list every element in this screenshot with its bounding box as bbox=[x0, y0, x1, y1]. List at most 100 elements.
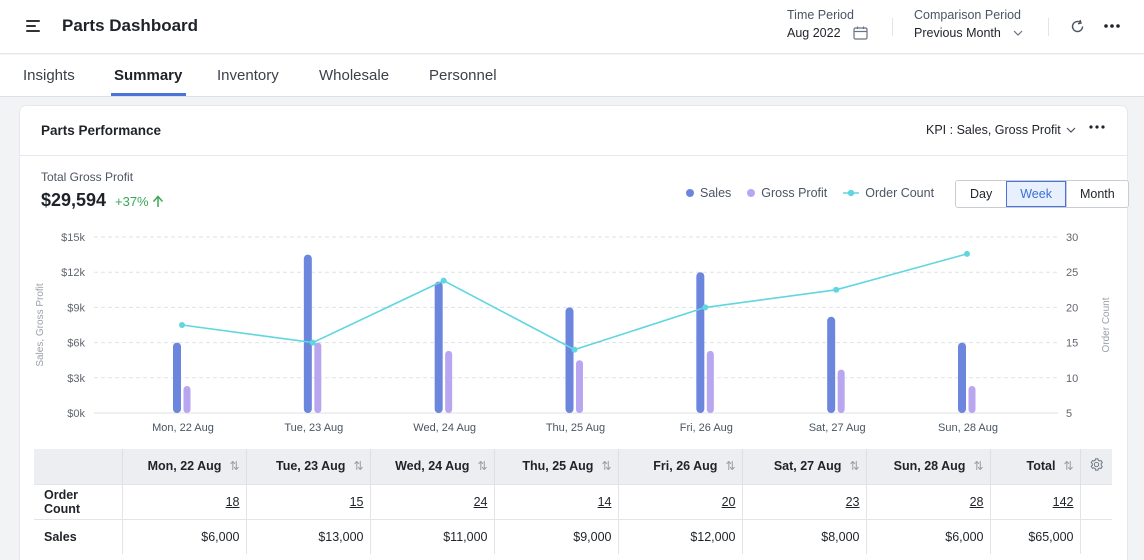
x-tick-label: Fri, 26 Aug bbox=[680, 422, 733, 434]
y-tick-label: $3k bbox=[67, 373, 85, 385]
gross-profit-bar bbox=[314, 342, 322, 413]
gross-profit-bar bbox=[183, 386, 191, 413]
order-count-point bbox=[440, 277, 447, 284]
cell-value: $6,000 bbox=[945, 529, 984, 544]
sales-bar bbox=[434, 281, 443, 413]
column-header[interactable]: Tue, 23 Aug ⇅ bbox=[246, 449, 371, 484]
y2-tick-label: 10 bbox=[1066, 373, 1078, 385]
sort-icon[interactable]: ⇅ bbox=[849, 459, 859, 473]
table-cell[interactable]: 23 bbox=[742, 483, 867, 519]
sort-icon[interactable]: ⇅ bbox=[601, 459, 611, 473]
cell-value: $9,000 bbox=[573, 529, 612, 544]
sort-icon[interactable]: ⇅ bbox=[1063, 459, 1073, 473]
cell-value[interactable]: 14 bbox=[598, 495, 612, 509]
gross-profit-bar bbox=[837, 369, 845, 413]
table-cell-empty bbox=[1080, 483, 1112, 519]
column-header-label: Total bbox=[1026, 459, 1056, 474]
column-header[interactable]: Mon, 22 Aug ⇅ bbox=[122, 449, 247, 484]
x-tick-label: Sat, 27 Aug bbox=[809, 422, 866, 434]
column-header-total[interactable]: Total ⇅ bbox=[989, 449, 1081, 484]
table-cell[interactable]: 28 bbox=[866, 483, 991, 519]
sales-bar bbox=[958, 342, 966, 413]
column-header-label: Tue, 23 Aug bbox=[275, 459, 346, 474]
column-header-label: Sun, 28 Aug bbox=[893, 459, 966, 474]
cell-value[interactable]: 28 bbox=[970, 495, 984, 509]
sales-bar bbox=[303, 254, 312, 413]
table-row: Sales $6,000 $13,000 $11,000 $9,000 $12,000 $8… bbox=[34, 518, 1112, 554]
table-cell[interactable]: 20 bbox=[618, 483, 743, 519]
table-cell[interactable]: 24 bbox=[370, 483, 495, 519]
gross-profit-bar bbox=[706, 350, 714, 413]
cell-value[interactable]: 142 bbox=[1053, 495, 1074, 509]
table-header-row: Mon, 22 Aug ⇅ Tue, 23 Aug ⇅ Wed, 24 Aug ⇅ T… bbox=[34, 449, 1112, 484]
column-header-label: Wed, 24 Aug bbox=[395, 459, 470, 474]
gross-profit-bar bbox=[576, 360, 583, 413]
sales-bar bbox=[173, 342, 181, 413]
table-cell[interactable]: 15 bbox=[246, 483, 371, 519]
table-cell-total: $65,000 bbox=[989, 518, 1081, 554]
table-row: Order Count 18 15 24 14 20 23 28 142 bbox=[34, 483, 1112, 519]
table-cell-empty bbox=[1080, 518, 1112, 554]
y-tick-label: $6k bbox=[67, 338, 85, 350]
column-header-label: Thu, 25 Aug bbox=[522, 459, 594, 474]
table-cell[interactable]: 18 bbox=[122, 483, 247, 519]
sort-icon[interactable]: ⇅ bbox=[353, 459, 363, 473]
column-header-label: Fri, 26 Aug bbox=[653, 459, 718, 474]
table-header-empty bbox=[34, 449, 123, 484]
sort-icon[interactable]: ⇅ bbox=[725, 459, 735, 473]
column-header[interactable]: Wed, 24 Aug ⇅ bbox=[370, 449, 495, 484]
sales-bar bbox=[827, 316, 836, 413]
cell-value[interactable]: 24 bbox=[474, 495, 488, 509]
gross-profit-bar bbox=[968, 386, 976, 413]
gear-icon bbox=[1090, 458, 1103, 471]
cell-value: $11,000 bbox=[443, 529, 488, 544]
y2-tick-label: 25 bbox=[1066, 267, 1078, 279]
column-header[interactable]: Fri, 26 Aug ⇅ bbox=[618, 449, 743, 484]
column-header-label: Mon, 22 Aug bbox=[147, 459, 222, 474]
parts-performance-table: Mon, 22 Aug ⇅ Tue, 23 Aug ⇅ Wed, 24 Aug ⇅ T… bbox=[34, 449, 1112, 554]
row-label: Order Count bbox=[34, 483, 123, 519]
column-header[interactable]: Sat, 27 Aug ⇅ bbox=[742, 449, 867, 484]
cell-value[interactable]: 20 bbox=[722, 495, 736, 509]
gross-profit-bar bbox=[445, 350, 453, 413]
column-header[interactable]: Thu, 25 Aug ⇅ bbox=[494, 449, 619, 484]
table-cell: $13,000 bbox=[246, 518, 371, 554]
table-cell[interactable]: 14 bbox=[494, 483, 619, 519]
table-cell: $11,000 bbox=[370, 518, 495, 554]
x-tick-label: Thu, 25 Aug bbox=[546, 422, 605, 434]
table-cell-total[interactable]: 142 bbox=[989, 483, 1081, 519]
order-count-point bbox=[309, 339, 316, 346]
sort-icon[interactable]: ⇅ bbox=[229, 459, 239, 473]
column-header[interactable]: Sun, 28 Aug ⇅ bbox=[866, 449, 991, 484]
order-count-line bbox=[181, 253, 968, 351]
table-cell: $9,000 bbox=[494, 518, 619, 554]
sales-bar bbox=[696, 272, 705, 413]
table-cell: $12,000 bbox=[618, 518, 743, 554]
order-count-point bbox=[964, 250, 970, 257]
cell-value[interactable]: 18 bbox=[226, 495, 240, 509]
x-tick-label: Mon, 22 Aug bbox=[152, 422, 214, 434]
table-settings-button[interactable] bbox=[1080, 449, 1112, 484]
y2-axis-title: Order Count bbox=[1101, 297, 1112, 352]
y-axis-title: Sales, Gross Profit bbox=[35, 283, 46, 367]
x-tick-label: Wed, 24 Aug bbox=[413, 422, 476, 434]
order-count-point bbox=[571, 346, 578, 353]
order-count-point bbox=[833, 286, 840, 293]
sort-icon[interactable]: ⇅ bbox=[477, 459, 487, 473]
y2-tick-label: 20 bbox=[1066, 302, 1078, 314]
table-cell: $6,000 bbox=[122, 518, 247, 554]
y-tick-label: $12k bbox=[61, 267, 85, 279]
column-header-label: Sat, 27 Aug bbox=[773, 459, 842, 474]
y-tick-label: $0k bbox=[67, 408, 85, 420]
y-tick-label: $15k bbox=[61, 232, 85, 244]
sort-icon[interactable]: ⇅ bbox=[973, 459, 983, 473]
y2-tick-label: 30 bbox=[1066, 232, 1078, 244]
y2-tick-label: 15 bbox=[1066, 338, 1078, 350]
sales-bar bbox=[565, 307, 574, 413]
cell-value[interactable]: 15 bbox=[350, 495, 364, 509]
cell-value[interactable]: 23 bbox=[846, 495, 860, 509]
cell-value: $6,000 bbox=[201, 529, 240, 544]
table-cell: $6,000 bbox=[866, 518, 991, 554]
y2-tick-label: 5 bbox=[1066, 408, 1072, 420]
row-label: Sales bbox=[34, 518, 123, 554]
